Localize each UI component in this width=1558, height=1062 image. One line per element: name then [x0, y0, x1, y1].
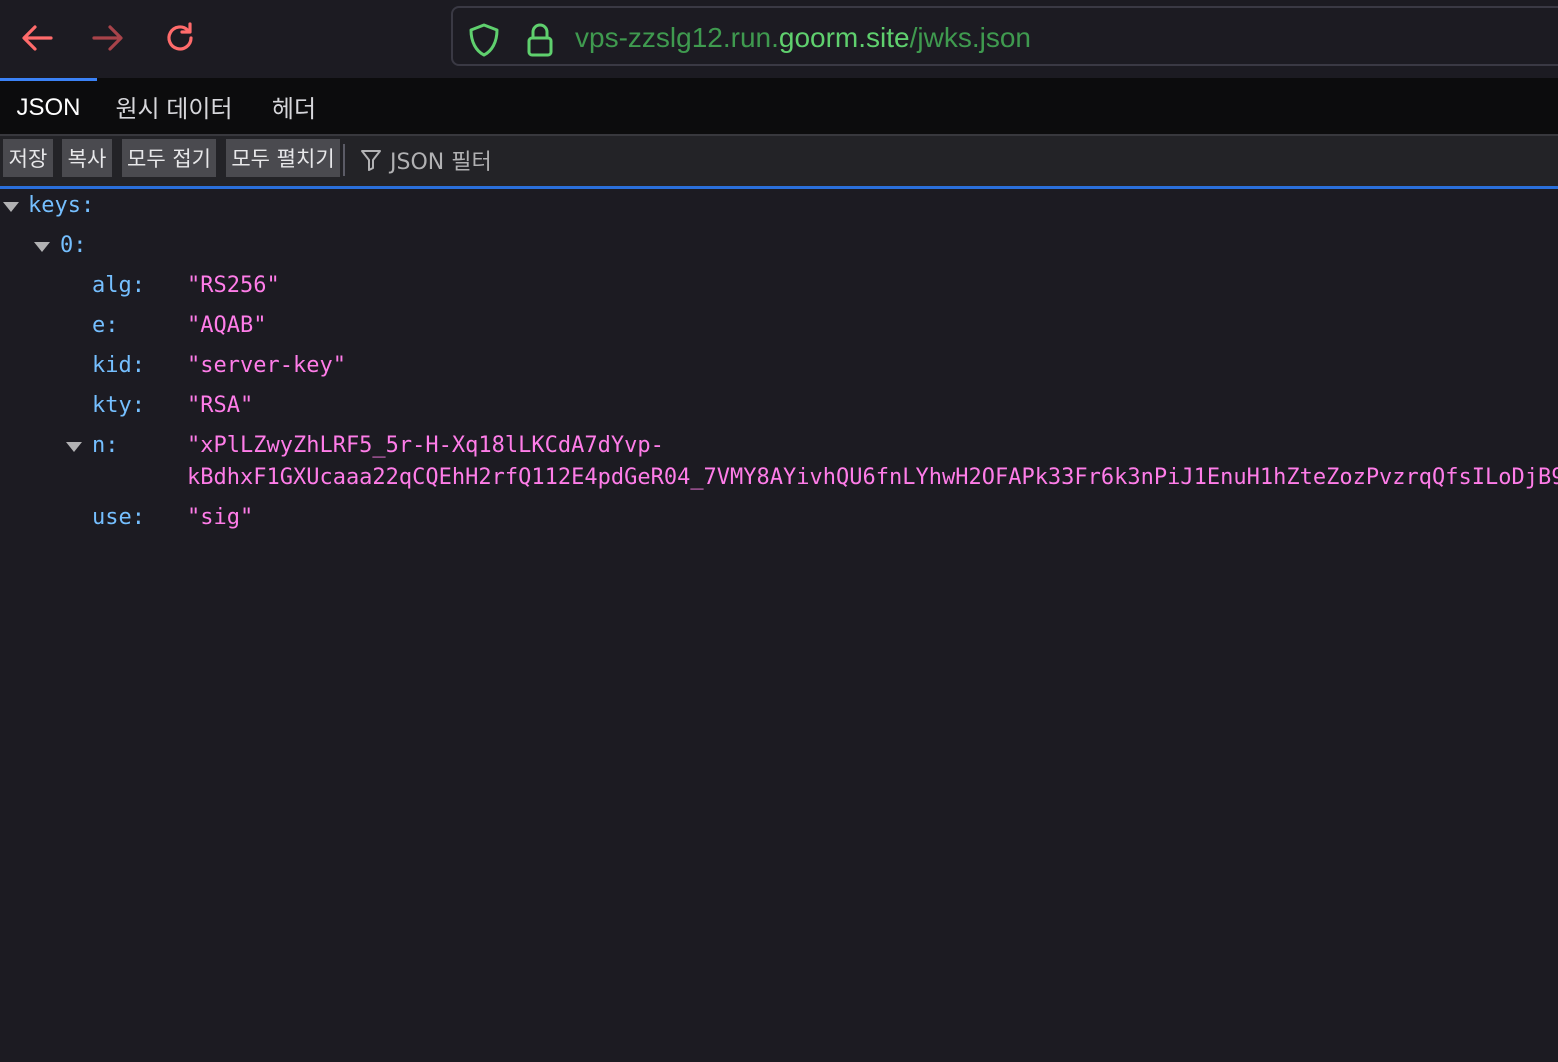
- tree-value-n-line-1: "xPlLZwyZhLRF5_5r-H-Xq18lLKCdA7dYvp-: [187, 433, 664, 458]
- tree-value-use: "sig": [187, 505, 254, 530]
- action-separator: [343, 144, 345, 176]
- json-filter-placeholder: JSON 필터: [390, 150, 492, 175]
- tree-key-kty: kty:: [92, 393, 145, 418]
- tree-key-kid: kid:: [92, 353, 145, 378]
- tree-key-alg: alg:: [92, 273, 145, 298]
- tree-key-use: use:: [92, 505, 145, 530]
- tree-key-n[interactable]: n:: [92, 430, 119, 462]
- lock-icon[interactable]: [525, 22, 555, 58]
- expand-toggle-icon[interactable]: [3, 202, 19, 212]
- copy-button[interactable]: 복사: [62, 139, 112, 177]
- tree-value-kid: "server-key": [187, 353, 346, 378]
- tree-value-alg: "RS256": [187, 273, 280, 298]
- tab-raw-data[interactable]: 원시 데이터: [108, 78, 240, 134]
- forward-arrow-icon: [92, 25, 123, 51]
- expand-all-button[interactable]: 모두 펼치기: [226, 139, 340, 177]
- tab-json-label: JSON: [16, 93, 81, 121]
- reload-button[interactable]: [157, 15, 203, 61]
- tree-value-kty: "RSA": [187, 393, 254, 418]
- collapse-all-button[interactable]: 모두 접기: [122, 139, 216, 177]
- collapse-all-label: 모두 접기: [127, 147, 211, 171]
- url-text[interactable]: vps-zzslg12.run.goorm.site/jwks.json: [575, 21, 1031, 55]
- tree-key-e: e:: [92, 313, 119, 338]
- save-button-label: 저장: [8, 147, 48, 171]
- save-button[interactable]: 저장: [3, 139, 53, 177]
- back-button[interactable]: [14, 15, 60, 61]
- tree-key-keys[interactable]: keys:: [28, 190, 94, 222]
- url-host: goorm.site: [778, 22, 910, 53]
- tree-value-n-line-2: kBdhxF1GXUcaaa22qCQEhH2rfQ112E4pdGeR04_7…: [187, 465, 1558, 490]
- reload-icon: [167, 22, 193, 51]
- tab-raw-data-label: 원시 데이터: [115, 95, 233, 123]
- copy-button-label: 복사: [67, 147, 107, 171]
- tab-headers-label: 헤더: [271, 95, 317, 123]
- json-filter-input[interactable]: JSON 필터: [360, 144, 492, 176]
- tree-value-e: "AQAB": [187, 313, 267, 338]
- forward-button[interactable]: [85, 15, 131, 61]
- url-path: /jwks.json: [909, 22, 1031, 53]
- expand-toggle-icon[interactable]: [66, 442, 82, 452]
- tree-key-index-0[interactable]: 0:: [60, 230, 87, 262]
- expand-toggle-icon[interactable]: [34, 242, 50, 252]
- expand-all-label: 모두 펼치기: [231, 147, 335, 171]
- url-prefix: vps-zzslg12.run.: [575, 22, 779, 53]
- back-arrow-icon: [22, 25, 53, 51]
- filter-icon: [361, 150, 381, 171]
- tab-headers[interactable]: 헤더: [262, 78, 326, 134]
- url-bar[interactable]: vps-zzslg12.run.goorm.site/jwks.json: [451, 6, 1558, 66]
- json-action-bar: 저장 복사 모두 접기 모두 펼치기 JSON 필터: [0, 136, 1558, 189]
- json-tree-viewer: keys: 0: alg: "RS256" e: "AQAB" kid: "se…: [0, 189, 1558, 1062]
- tab-json[interactable]: JSON: [0, 78, 97, 134]
- shield-icon[interactable]: [467, 22, 501, 58]
- viewer-tabs: JSON 원시 데이터 헤더: [0, 78, 1558, 136]
- browser-toolbar: vps-zzslg12.run.goorm.site/jwks.json: [0, 0, 1558, 78]
